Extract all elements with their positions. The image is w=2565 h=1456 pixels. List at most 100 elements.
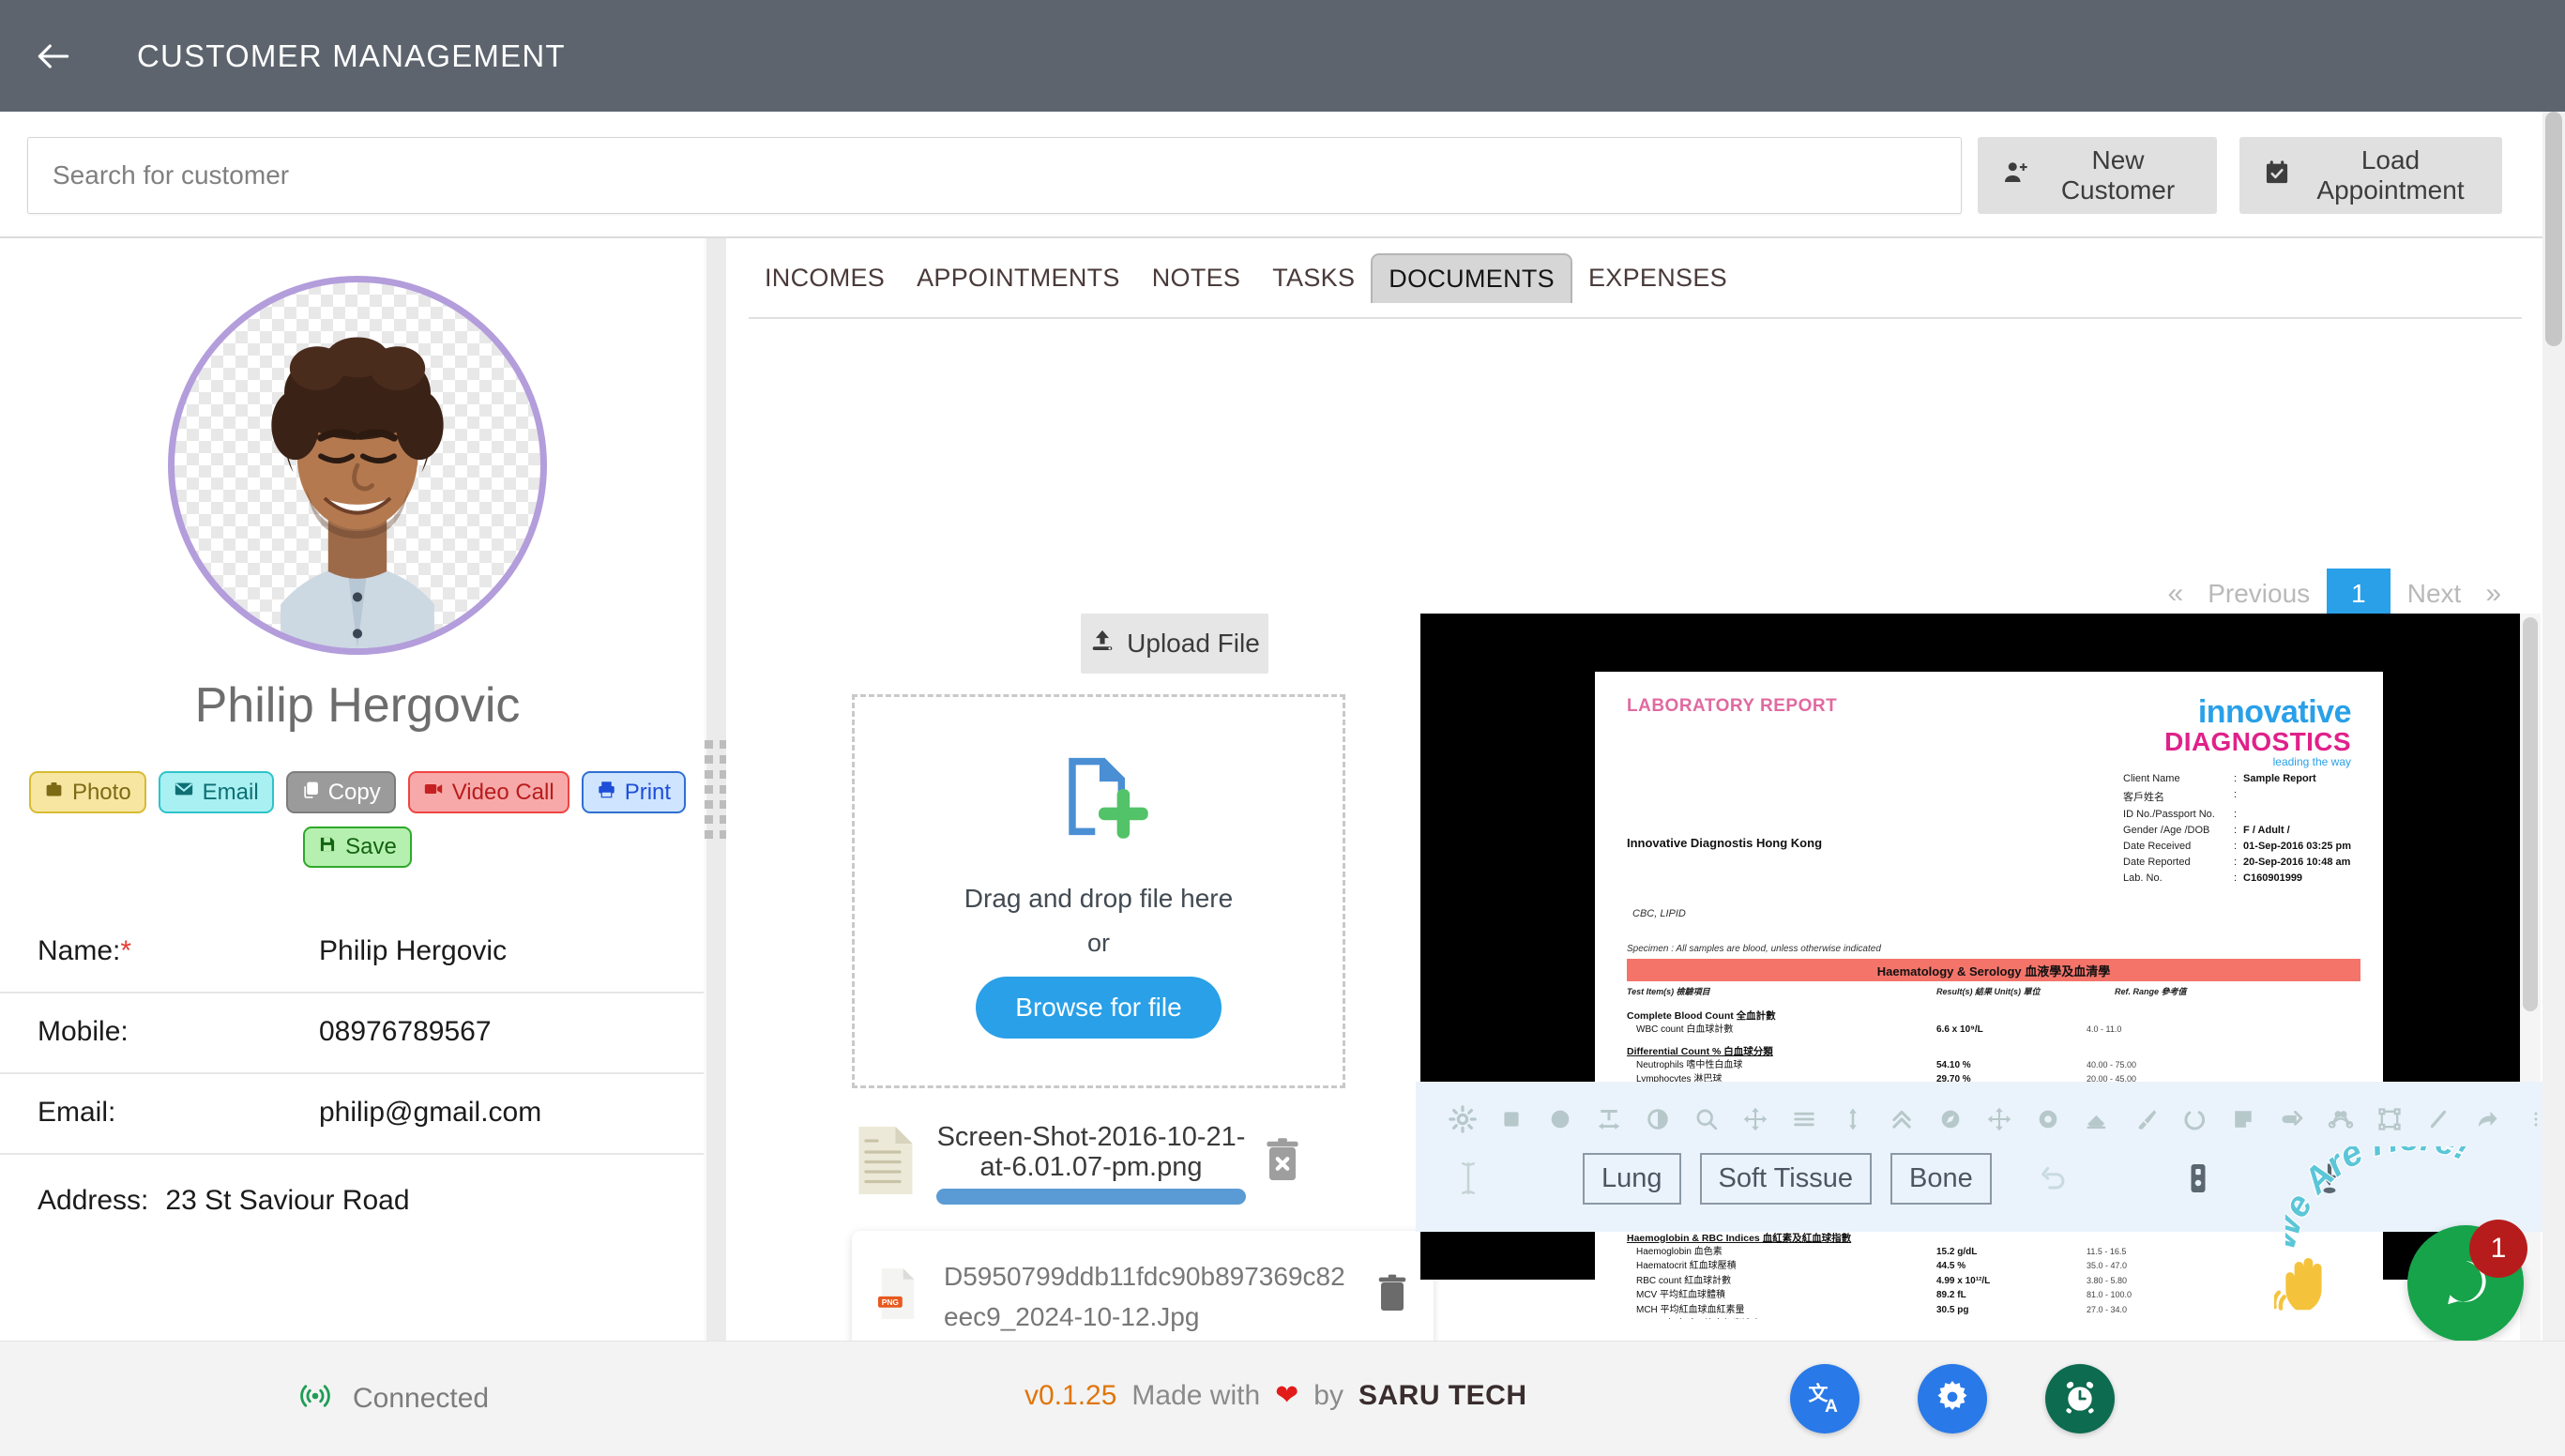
brush-icon[interactable] [2121,1095,2170,1144]
heart-icon: ❤ [1275,1380,1299,1411]
pagination-next[interactable]: Next [2390,569,2479,618]
move-icon[interactable] [1731,1095,1780,1144]
settings-button[interactable] [1918,1364,1987,1433]
field-row-email: Email: philip@gmail.com [0,1074,715,1155]
chevron-up-double-icon[interactable] [1877,1095,1926,1144]
preset-bone-button[interactable]: Bone [1890,1152,1992,1205]
tab-incomes[interactable]: INCOMES [749,254,901,302]
photo-chip-label: Photo [71,779,131,805]
panel-resize-handle[interactable] [704,238,728,1341]
printer-icon [597,780,616,806]
tab-notes[interactable]: NOTES [1136,254,1257,302]
text-size-icon[interactable] [1585,1095,1633,1144]
new-customer-button[interactable]: New Customer [1978,137,2217,214]
uploading-item: Screen-Shot-2016-10-21-at-6.01.07-pm.png [732,1122,1389,1205]
arrows-move-icon[interactable] [1975,1095,2024,1144]
pagination: « Previous 1 Next » [2161,569,2509,619]
alarm-button[interactable] [2045,1364,2115,1433]
crop-frame-icon[interactable] [2365,1095,2414,1144]
brightness-icon[interactable] [1438,1095,1487,1144]
donut-icon[interactable] [2024,1095,2072,1144]
preset-soft-tissue-button[interactable]: Soft Tissue [1699,1152,1872,1205]
back-arrow-icon[interactable] [24,27,83,85]
field-label-mobile: Mobile: [38,1016,129,1047]
lab-row: Haemoglobin 血色素 15.2 g/dL 11.5 - 16.5 [1636,1246,2127,1257]
eraser-icon[interactable] [2072,1095,2121,1144]
tab-tasks[interactable]: TASKS [1256,254,1371,302]
square-icon[interactable] [1487,1095,1536,1144]
translate-button[interactable]: 文 A [1790,1364,1859,1433]
scrollbar-thumb[interactable] [2523,617,2538,1011]
scrollbar-thumb[interactable] [2545,112,2562,346]
field-row-name: Name:* Philip Hergovic [0,913,715,993]
page-scrollbar[interactable] [2542,112,2565,1341]
save-disk-icon[interactable] [2168,1151,2228,1206]
avatar[interactable] [168,276,547,655]
load-appointment-button[interactable]: Load Appointment [2239,137,2502,214]
photo-chip[interactable]: Photo [28,771,146,813]
pagination-first[interactable]: « [2161,569,2192,619]
pagination-last[interactable]: » [2478,569,2509,619]
height-arrow-icon[interactable] [1829,1095,1877,1144]
upload-file-button[interactable]: Upload File [1081,614,1268,674]
note-icon[interactable] [2219,1095,2268,1144]
upload-file-label: Upload File [1127,629,1260,658]
lab-column-headers: Test Item(s) 檢驗項目 Result(s) 結果 Unit(s) 單… [1627,987,2187,996]
tab-appointments[interactable]: APPOINTMENTS [901,254,1136,302]
bezier-icon[interactable] [2316,1095,2365,1144]
customer-name: Philip Hergovic [194,678,521,733]
save-chip[interactable]: Save [303,827,412,868]
lab-organisation: Innovative Diagnostis Hong Kong [1627,836,1823,850]
dropzone[interactable]: Drag and drop file here or Browse for fi… [852,694,1345,1088]
print-chip-label: Print [624,779,672,805]
line-icon[interactable] [2414,1095,2463,1144]
email-chip-label: Email [202,779,259,805]
field-label-address: Address: [38,1185,149,1216]
copy-chip[interactable]: Copy [285,771,396,813]
lab-brand: innovative DIAGNOSTICS leading the way [2164,696,2351,768]
pagination-previous[interactable]: Previous [2191,569,2327,618]
tab-documents[interactable]: DOCUMENTS [1371,252,1572,303]
lab-report-meta: Client Name: Sample Report 客戶姓名: ID No./P… [2123,773,2351,884]
lab-section-band: Haematology & Serology 血液學及血清學 [1627,959,2360,981]
chat-bubble-button[interactable]: 1 [2407,1220,2527,1342]
search-input[interactable] [27,137,1962,214]
lab-panel-code: CBC, LIPID [1632,908,1686,919]
email-chip[interactable]: Email [158,771,274,813]
dropzone-text: Drag and drop file here [964,884,1234,913]
field-label-email: Email: [38,1097,116,1128]
documents-scrollbar[interactable] [2520,614,2541,1456]
text-cursor-icon[interactable] [1438,1151,1498,1206]
save-row: Save [0,827,715,868]
copy-icon [301,780,320,806]
menu-lines-icon[interactable] [1780,1095,1829,1144]
app-header: CUSTOMER MANAGEMENT [0,0,2565,112]
brand-line-1: innovative [2197,694,2352,730]
magnifier-icon[interactable] [1682,1095,1731,1144]
tab-expenses[interactable]: EXPENSES [1572,254,1743,302]
delete-file-icon[interactable] [1375,1273,1409,1319]
undo-icon[interactable] [2024,1151,2084,1206]
contrast-icon[interactable] [1633,1095,1682,1144]
dropzone-or: or [1086,929,1110,957]
print-chip[interactable]: Print [581,771,687,813]
lab-section-title: Haemoglobin & RBC Indices 血紅素及紅血球指數 [1627,1232,1852,1244]
image-tools-icon-row [1416,1082,2565,1144]
download-icon[interactable] [2299,1151,2360,1206]
video-call-chip-label: Video Call [451,779,554,805]
share-icon[interactable] [2463,1095,2512,1144]
video-call-chip[interactable]: Video Call [407,771,569,813]
file-name: D5950799ddb11fdc90b897369c82eec9_2024-10… [944,1261,1345,1331]
document-file-icon [852,1123,919,1203]
swipe-icon[interactable] [2268,1095,2316,1144]
cancel-upload-icon[interactable] [1263,1137,1302,1189]
circle-icon[interactable] [1536,1095,1585,1144]
by-label: by [1313,1379,1343,1411]
browse-for-file-button[interactable]: Browse for file [976,977,1222,1039]
pagination-page-1[interactable]: 1 [2327,569,2390,619]
preset-lung-button[interactable]: Lung [1583,1152,1681,1205]
lab-row: Neutrophils 嗜中性白血球 54.10 % 40.00 - 75.00 [1636,1059,2137,1070]
circle-outline-icon[interactable] [2170,1095,2219,1144]
lab-report-title: LABORATORY REPORT [1627,696,1838,716]
compass-icon[interactable] [1926,1095,1975,1144]
